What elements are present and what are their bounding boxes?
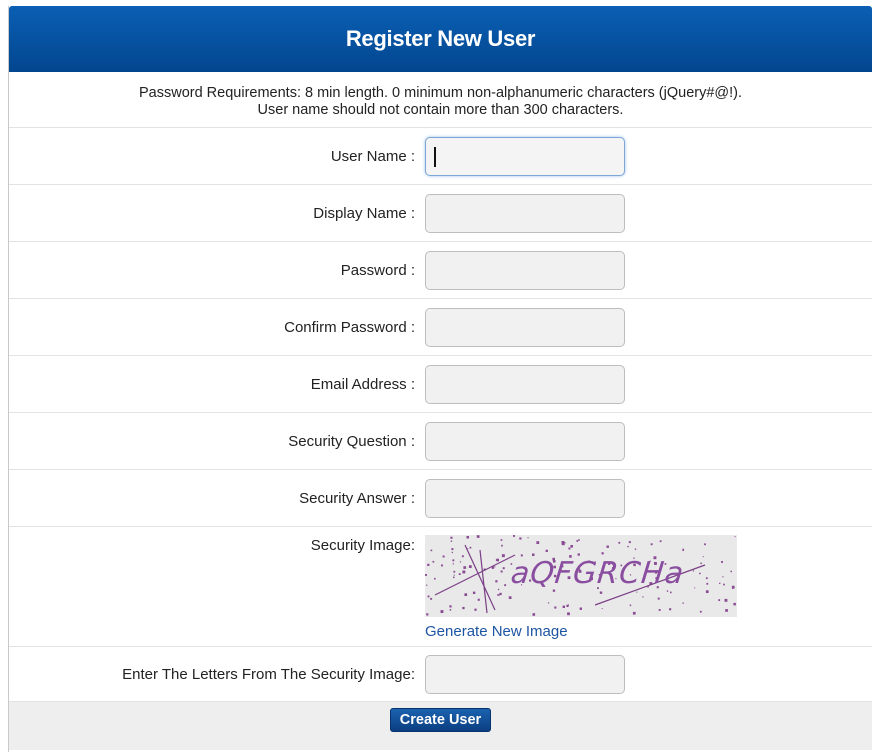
security-question-label: Security Question :	[288, 432, 415, 450]
password-label: Password :	[340, 261, 415, 279]
username-requirements: User name should not contain more than 3…	[257, 102, 624, 118]
display-name-input[interactable]	[425, 193, 625, 233]
password-field-wrap	[425, 250, 625, 290]
form-footer: Create User	[9, 702, 872, 750]
captcha-text: aQFGRCHa	[509, 556, 686, 591]
confirm-password-label: Confirm Password :	[284, 318, 415, 336]
email-field-wrap	[425, 364, 625, 404]
security-answer-input[interactable]	[425, 478, 625, 518]
captcha-letters-label: Enter The Letters From The Security Imag…	[122, 665, 415, 683]
security-answer-field-wrap	[425, 478, 625, 518]
page-title: Register New User	[345, 26, 536, 51]
register-panel: Register New User Password Requirements:…	[8, 6, 872, 752]
form-row-password: Password :	[9, 242, 872, 299]
security-image-label: Security Image:	[310, 537, 415, 554]
create-user-button[interactable]: Create User	[389, 708, 492, 732]
captcha-letters-input[interactable]	[425, 654, 625, 694]
user-name-label: User Name :	[330, 147, 415, 165]
display-name-label: Display Name :	[313, 204, 415, 222]
user-name-input[interactable]	[425, 136, 625, 176]
password-input[interactable]	[425, 250, 625, 290]
captcha-letters-field-wrap	[425, 654, 625, 694]
form-row-security-image: Security Image: aQFGRCHa Generate New Im…	[9, 527, 872, 647]
form-row-display-name: Display Name :	[9, 185, 872, 242]
captcha-wrap: aQFGRCHa Generate New Image	[425, 535, 745, 641]
display-name-field-wrap	[425, 193, 625, 233]
generate-new-image-link[interactable]: Generate New Image	[425, 623, 568, 640]
form-row-security-answer: Security Answer :	[9, 470, 872, 527]
form-row-confirm-password: Confirm Password :	[9, 299, 872, 356]
form-row-security-question: Security Question :	[9, 413, 872, 470]
confirm-password-field-wrap	[425, 307, 625, 347]
text-caret	[434, 146, 436, 167]
form-row-user-name: User Name :	[9, 128, 872, 185]
security-question-field-wrap	[425, 421, 625, 461]
confirm-password-input[interactable]	[425, 307, 625, 347]
email-address-input[interactable]	[425, 364, 625, 404]
password-requirements: Password Requirements: 8 min length. 0 m…	[138, 85, 743, 101]
security-answer-label: Security Answer :	[299, 489, 415, 507]
email-address-label: Email Address :	[310, 375, 415, 393]
security-question-input[interactable]	[425, 421, 625, 461]
panel-header: Register New User	[9, 6, 872, 72]
requirements-text: Password Requirements: 8 min length. 0 m…	[9, 72, 872, 128]
form-row-email: Email Address :	[9, 356, 872, 413]
form-row-captcha-letters: Enter The Letters From The Security Imag…	[9, 647, 872, 702]
user-name-field-wrap	[425, 136, 625, 176]
captcha-image: aQFGRCHa	[425, 535, 737, 617]
